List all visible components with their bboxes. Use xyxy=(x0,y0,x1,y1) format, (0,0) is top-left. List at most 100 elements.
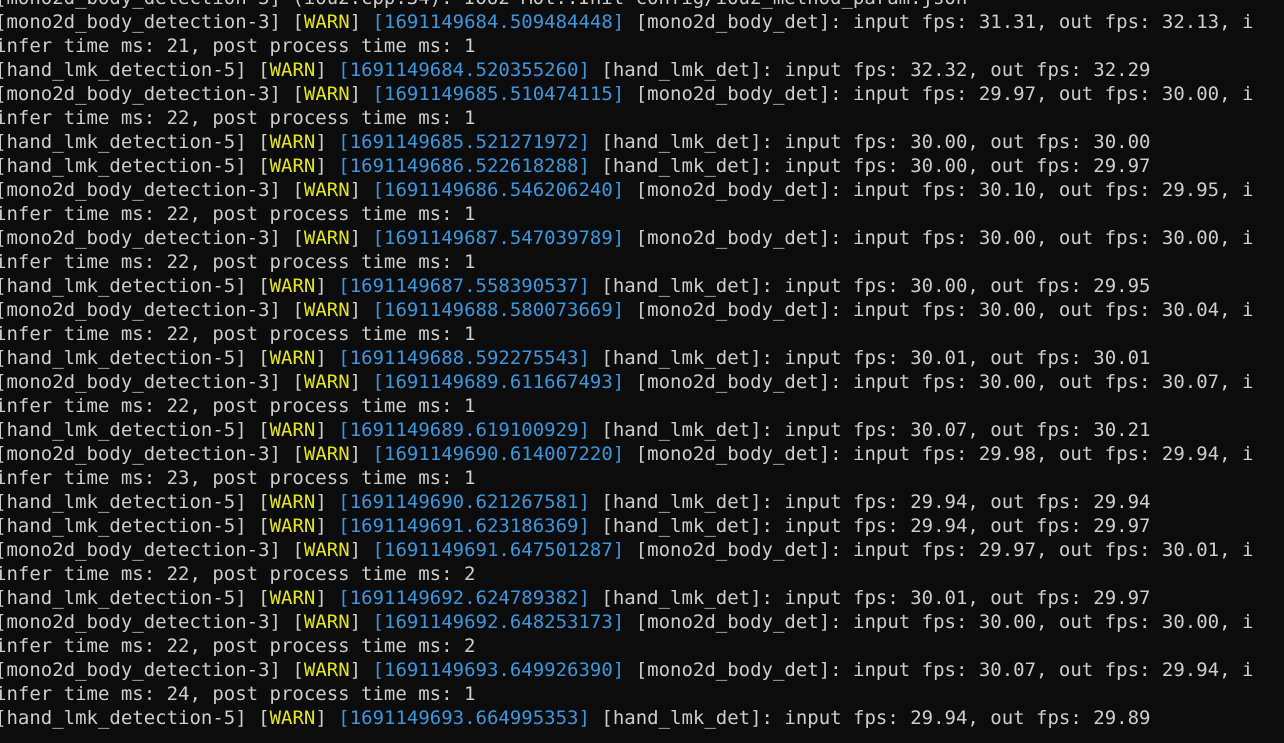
log-source-tag: [hand_lmk_detection-5] xyxy=(0,275,247,297)
log-text: infer time ms: 22, post process time ms:… xyxy=(0,251,476,273)
log-line: infer time ms: 22, post process time ms:… xyxy=(0,562,1253,586)
log-line: infer time ms: 22, post process time ms:… xyxy=(0,394,1253,418)
log-timestamp-group: [1691149692.648253173] xyxy=(372,611,625,633)
log-message: [hand_lmk_det]: input fps: 32.32, out fp… xyxy=(601,59,1151,81)
log-line: infer time ms: 22, post process time ms:… xyxy=(0,202,1253,226)
log-line: [mono2d_body_detection-3] [WARN] [169114… xyxy=(0,10,1253,34)
log-line: [mono2d_body_detection-3] [WARN] [169114… xyxy=(0,658,1253,682)
terminal-window[interactable]: [mono2d_body_detection-3] (iou2.cpp:34):… xyxy=(0,0,1284,743)
log-message: [hand_lmk_det]: input fps: 30.01, out fp… xyxy=(601,587,1151,609)
log-level-badge: WARN xyxy=(269,515,316,537)
log-timestamp-group: [1691149690.621267581] xyxy=(338,491,590,513)
log-text: infer time ms: 24, post process time ms:… xyxy=(0,683,476,705)
log-timestamp: 1691149688.592275543 xyxy=(349,347,579,369)
log-source-tag: [mono2d_body_detection-3] xyxy=(0,611,281,633)
log-level-badge: WARN xyxy=(303,443,350,465)
log-timestamp: 1691149689.611667493 xyxy=(384,371,613,393)
log-timestamp: 1691149688.580073669 xyxy=(384,299,613,321)
log-source-tag: [mono2d_body_detection-3] xyxy=(0,299,281,321)
log-level-badge: WARN xyxy=(269,491,316,513)
log-line: [hand_lmk_detection-5] [WARN] [169114968… xyxy=(0,130,1253,154)
log-line: [mono2d_body_detection-3] [WARN] [169114… xyxy=(0,298,1253,322)
log-line: infer time ms: 22, post process time ms:… xyxy=(0,322,1253,346)
log-source-tag: [mono2d_body_detection-3] xyxy=(0,227,281,249)
log-text: infer time ms: 22, post process time ms:… xyxy=(0,635,476,657)
log-level-badge: WARN xyxy=(303,11,350,33)
log-timestamp: 1691149687.547039789 xyxy=(384,227,613,249)
log-line: infer time ms: 21, post process time ms:… xyxy=(0,34,1253,58)
log-message: [hand_lmk_det]: input fps: 30.00, out fp… xyxy=(601,275,1151,297)
log-timestamp-group: [1691149689.619100929] xyxy=(338,419,590,441)
log-timestamp-group: [1691149684.520355260] xyxy=(338,59,590,81)
log-timestamp-group: [1691149685.510474115] xyxy=(372,83,625,105)
log-text: infer time ms: 22, post process time ms:… xyxy=(0,203,476,225)
log-timestamp-group: [1691149688.580073669] xyxy=(372,299,625,321)
log-message: [mono2d_body_det]: input fps: 30.00, out… xyxy=(635,299,1254,321)
log-line: [mono2d_body_detection-3] [WARN] [169114… xyxy=(0,442,1253,466)
log-line: [mono2d_body_detection-3] [WARN] [169114… xyxy=(0,226,1253,250)
log-level-badge: WARN xyxy=(303,371,350,393)
log-line: infer time ms: 22, post process time ms:… xyxy=(0,106,1253,130)
log-timestamp-group: [1691149691.623186369] xyxy=(338,515,590,537)
log-timestamp-group: [1691149693.649926390] xyxy=(372,659,625,681)
log-message: [hand_lmk_det]: input fps: 30.00, out fp… xyxy=(601,155,1151,177)
log-level-badge: WARN xyxy=(303,539,350,561)
log-timestamp-group: [1691149686.546206240] xyxy=(372,179,625,201)
log-text: infer time ms: 22, post process time ms:… xyxy=(0,107,476,129)
log-timestamp-group: [1691149689.611667493] xyxy=(372,371,625,393)
log-message: [hand_lmk_det]: input fps: 30.00, out fp… xyxy=(601,131,1151,153)
log-line: [hand_lmk_detection-5] [WARN] [169114968… xyxy=(0,418,1253,442)
log-line: infer time ms: 22, post process time ms:… xyxy=(0,634,1253,658)
log-level-badge: WARN xyxy=(269,131,316,153)
log-timestamp-group: [1691149693.664995353] xyxy=(338,707,590,729)
log-message: [mono2d_body_det]: input fps: 30.00, out… xyxy=(635,611,1254,633)
log-source-tag: [hand_lmk_detection-5] xyxy=(0,515,247,537)
log-line: [hand_lmk_detection-5] [WARN] [169114969… xyxy=(0,706,1253,730)
log-text: infer time ms: 21, post process time ms:… xyxy=(0,35,476,57)
log-message: [mono2d_body_det]: input fps: 30.00, out… xyxy=(635,371,1254,393)
log-timestamp: 1691149691.623186369 xyxy=(349,515,579,537)
log-timestamp: 1691149687.558390537 xyxy=(349,275,579,297)
log-text: [mono2d_body_detection-3] (iou2.cpp:34):… xyxy=(0,0,967,9)
log-timestamp-group: [1691149687.558390537] xyxy=(338,275,590,297)
log-timestamp: 1691149684.509484448 xyxy=(384,11,613,33)
log-message: [hand_lmk_det]: input fps: 30.01, out fp… xyxy=(601,347,1151,369)
log-source-tag: [hand_lmk_detection-5] xyxy=(0,707,247,729)
log-line: [hand_lmk_detection-5] [WARN] [169114968… xyxy=(0,274,1253,298)
log-line: [hand_lmk_detection-5] [WARN] [169114969… xyxy=(0,514,1253,538)
log-timestamp-group: [1691149691.647501287] xyxy=(372,539,625,561)
log-message: [hand_lmk_det]: input fps: 29.94, out fp… xyxy=(601,707,1151,729)
log-timestamp: 1691149690.614007220 xyxy=(384,443,613,465)
log-source-tag: [hand_lmk_detection-5] xyxy=(0,59,247,81)
log-level-badge: WARN xyxy=(269,347,316,369)
log-timestamp: 1691149685.521271972 xyxy=(349,131,579,153)
log-message: [hand_lmk_det]: input fps: 29.94, out fp… xyxy=(601,515,1151,537)
log-message: [hand_lmk_det]: input fps: 29.94, out fp… xyxy=(601,491,1151,513)
log-line: [hand_lmk_detection-5] [WARN] [169114969… xyxy=(0,586,1253,610)
log-message: [mono2d_body_det]: input fps: 29.97, out… xyxy=(635,83,1254,105)
log-level-badge: WARN xyxy=(303,83,350,105)
log-level-badge: WARN xyxy=(269,587,316,609)
log-source-tag: [mono2d_body_detection-3] xyxy=(0,659,281,681)
log-timestamp: 1691149692.624789382 xyxy=(349,587,579,609)
log-timestamp: 1691149693.664995353 xyxy=(349,707,579,729)
log-text: infer time ms: 22, post process time ms:… xyxy=(0,563,476,585)
log-level-badge: WARN xyxy=(269,59,316,81)
log-line: infer time ms: 23, post process time ms:… xyxy=(0,466,1253,490)
log-message: [mono2d_body_det]: input fps: 30.07, out… xyxy=(635,659,1254,681)
log-level-badge: WARN xyxy=(269,275,316,297)
log-timestamp: 1691149684.520355260 xyxy=(349,59,579,81)
log-timestamp-group: [1691149692.624789382] xyxy=(338,587,590,609)
log-line: [mono2d_body_detection-3] [WARN] [169114… xyxy=(0,178,1253,202)
log-level-badge: WARN xyxy=(303,299,350,321)
log-text: infer time ms: 22, post process time ms:… xyxy=(0,395,476,417)
log-line: [mono2d_body_detection-3] [WARN] [169114… xyxy=(0,370,1253,394)
log-source-tag: [hand_lmk_detection-5] xyxy=(0,491,247,513)
log-text: infer time ms: 23, post process time ms:… xyxy=(0,467,476,489)
log-line: infer time ms: 24, post process time ms:… xyxy=(0,682,1253,706)
log-source-tag: [mono2d_body_detection-3] xyxy=(0,179,281,201)
log-timestamp-group: [1691149686.522618288] xyxy=(338,155,590,177)
log-line: [hand_lmk_detection-5] [WARN] [169114969… xyxy=(0,490,1253,514)
log-message: [mono2d_body_det]: input fps: 31.31, out… xyxy=(635,11,1254,33)
log-level-badge: WARN xyxy=(303,611,350,633)
